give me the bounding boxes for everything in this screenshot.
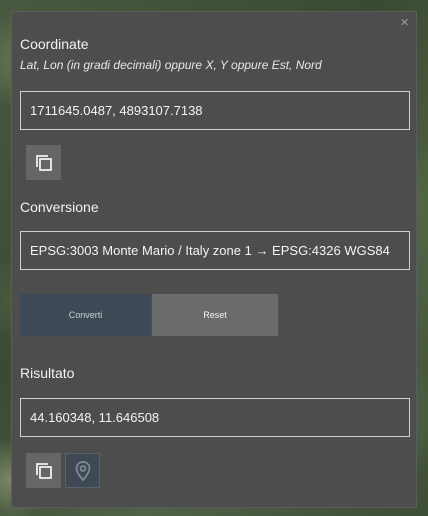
coordinates-label: Coordinate [20,36,89,52]
conversion-label: Conversione [20,199,99,215]
copy-icon [35,462,52,479]
copy-icon [35,154,52,171]
result-label: Risultato [20,365,75,381]
coordinates-input[interactable]: 1711645.0487, 4893107.7138 [20,91,410,130]
map-marker-icon [75,460,90,481]
locate-on-map-button[interactable] [65,453,100,488]
coordinate-converter-panel: × Coordinate Lat, Lon (in gradi decimali… [11,11,417,508]
copy-coordinates-button[interactable] [26,145,61,180]
convert-button[interactable]: Converti [20,294,151,336]
copy-result-button[interactable] [26,453,61,488]
close-icon[interactable]: × [400,15,409,31]
result-output[interactable]: 44.160348, 11.646508 [20,398,410,437]
coordinates-hint: Lat, Lon (in gradi decimali) oppure X, Y… [20,58,322,72]
reset-button[interactable]: Reset [152,294,278,336]
conversion-select[interactable]: EPSG:3003 Monte Mario / Italy zone 1 → E… [20,231,410,270]
